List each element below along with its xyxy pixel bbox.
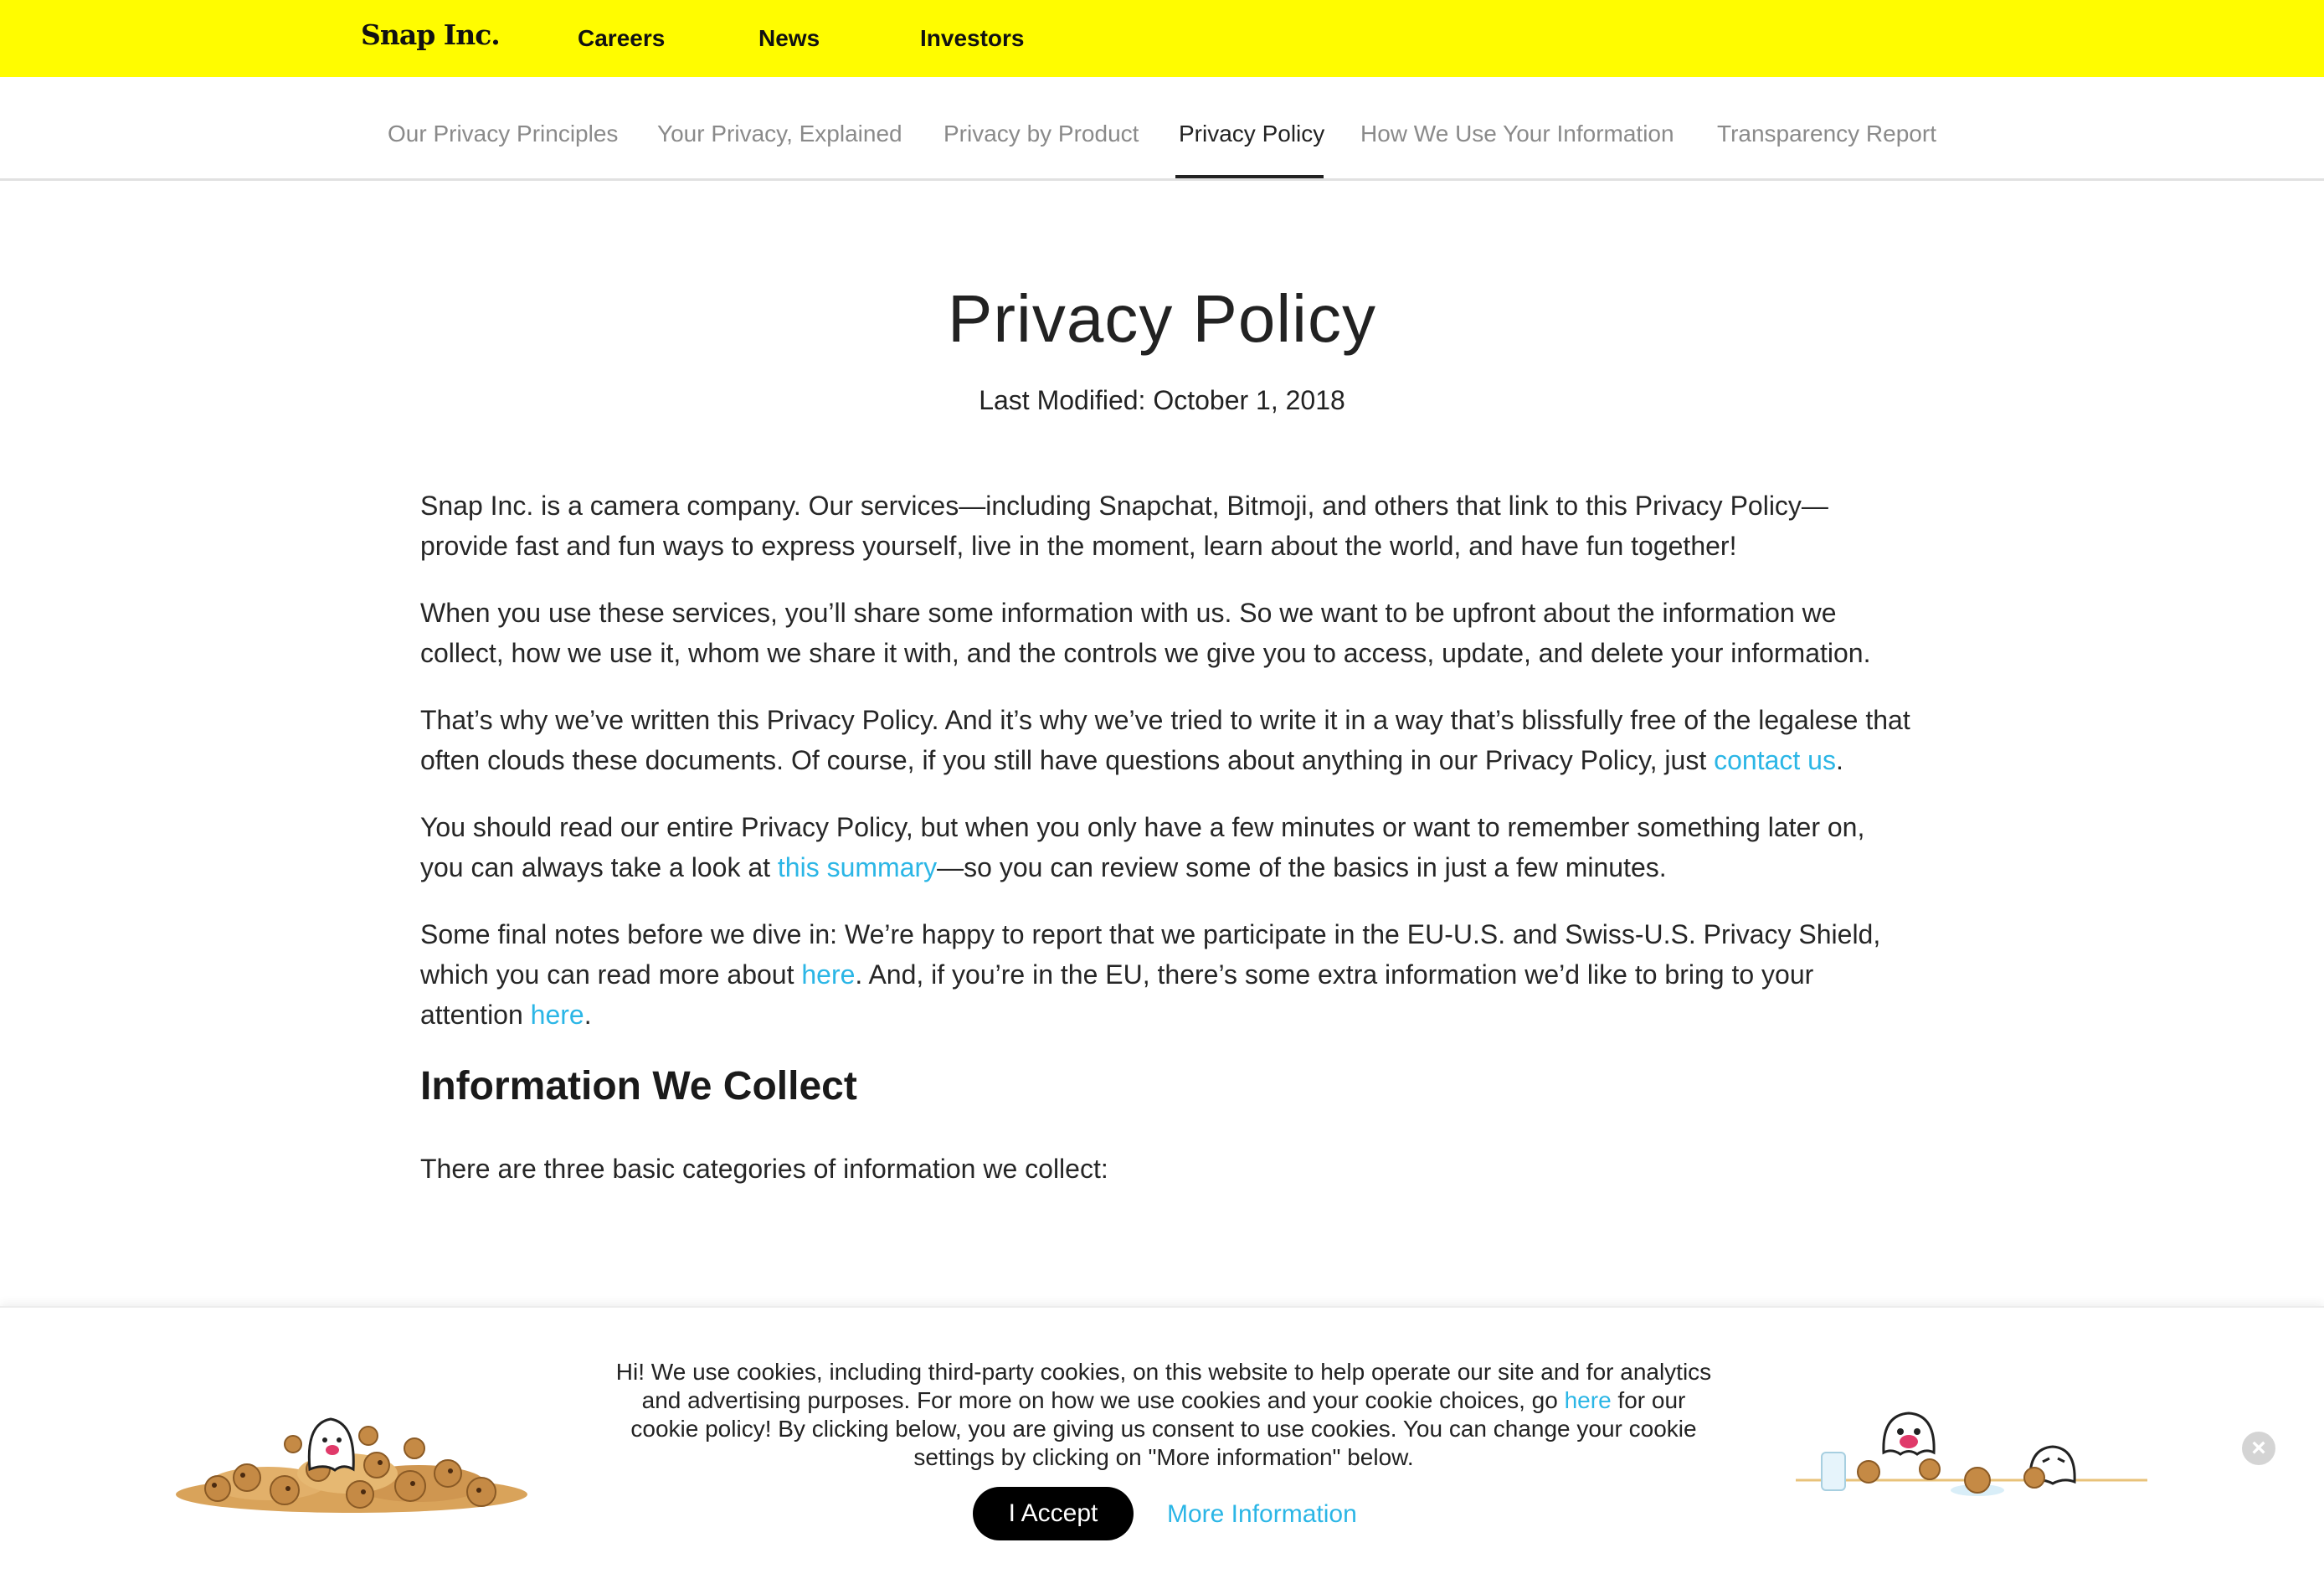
eu-info-end: . xyxy=(584,1000,592,1030)
accept-cookies-button[interactable]: I Accept xyxy=(973,1487,1134,1540)
privacy-shield-paragraph: Some final notes before we dive in: We’r… xyxy=(420,914,1910,1035)
intro-paragraph: Snap Inc. is a camera company. Our servi… xyxy=(420,491,1828,561)
ghost-cookie-pile-illustration xyxy=(176,1417,527,1513)
legalese-paragraph: That’s why we’ve written this Privacy Po… xyxy=(420,700,1910,780)
cookie-banner-text: Hi! We use cookies, including third-part… xyxy=(611,1358,1716,1472)
info-sharing-paragraph: When you use these services, you’ll shar… xyxy=(420,598,1871,668)
last-modified-date: Last Modified: October 1, 2018 xyxy=(979,385,1345,415)
tab-privacy-by-product[interactable]: Privacy by Product xyxy=(943,121,1139,147)
cookie-text-start: Hi! We use cookies, including third-part… xyxy=(615,1359,1712,1413)
eu-info-link[interactable]: here xyxy=(531,1000,584,1030)
ghosts-milk-cookies-illustration xyxy=(1796,1412,2147,1496)
page-title: Privacy Policy xyxy=(948,281,1376,356)
nav-link-news[interactable]: News xyxy=(758,25,820,52)
nav-link-careers[interactable]: Careers xyxy=(578,25,665,52)
section-heading: Information We Collect xyxy=(420,1064,857,1108)
policy-content: Snap Inc. is a camera company. Our servi… xyxy=(420,486,1910,1216)
privacy-subnav: Our Privacy Principles Your Privacy, Exp… xyxy=(0,77,2324,181)
contact-us-link[interactable]: contact us xyxy=(1714,745,1836,775)
tab-transparency-report[interactable]: Transparency Report xyxy=(1717,121,1936,147)
tab-privacy-principles[interactable]: Our Privacy Principles xyxy=(388,121,618,147)
tab-how-we-use-info[interactable]: How We Use Your Information xyxy=(1360,121,1674,147)
snap-logo[interactable]: Snap Inc. xyxy=(361,18,501,51)
summary-paragraph: You should read our entire Privacy Polic… xyxy=(420,807,1910,887)
legalese-text: That’s why we’ve written this Privacy Po… xyxy=(420,705,1910,775)
active-tab-indicator xyxy=(1175,175,1324,178)
top-navbar: Snap Inc. Careers News Investors xyxy=(0,0,2324,77)
summary-end: —so you can review some of the basics in… xyxy=(937,852,1667,882)
cookie-policy-link[interactable]: here xyxy=(1565,1387,1612,1413)
privacy-shield-link[interactable]: here xyxy=(801,959,855,990)
tab-privacy-policy[interactable]: Privacy Policy xyxy=(1179,121,1324,147)
nav-link-investors[interactable]: Investors xyxy=(920,25,1025,52)
categories-paragraph: There are three basic categories of info… xyxy=(420,1154,1108,1184)
close-icon[interactable]: × xyxy=(2242,1432,2275,1465)
summary-link[interactable]: this summary xyxy=(778,852,937,882)
legalese-end: . xyxy=(1835,745,1843,775)
more-information-link[interactable]: More Information xyxy=(1167,1500,1357,1529)
tab-privacy-explained[interactable]: Your Privacy, Explained xyxy=(657,121,902,147)
